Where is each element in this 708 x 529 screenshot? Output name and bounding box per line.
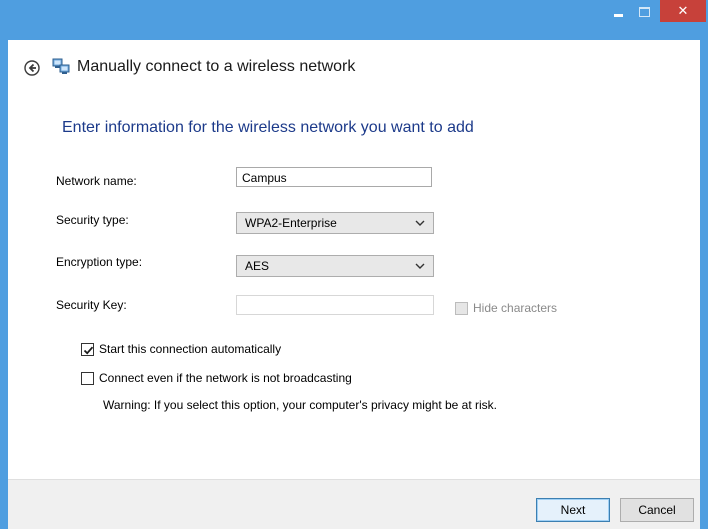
chevron-down-icon xyxy=(415,220,425,226)
network-icon xyxy=(52,58,70,76)
network-name-label: Network name: xyxy=(56,174,137,188)
instruction-heading: Enter information for the wireless netwo… xyxy=(62,119,474,136)
dialog-footer: Next Cancel xyxy=(8,479,700,529)
dialog-title: Manually connect to a wireless network xyxy=(77,58,356,75)
maximize-icon xyxy=(638,7,650,17)
security-type-value: WPA2-Enterprise xyxy=(245,216,337,230)
security-key-input[interactable] xyxy=(236,295,434,315)
connect-not-broadcasting-label: Connect even if the network is not broad… xyxy=(99,371,352,385)
maximize-button[interactable] xyxy=(631,0,657,24)
next-button[interactable]: Next xyxy=(536,498,610,522)
back-button[interactable] xyxy=(24,60,40,76)
hide-characters-checkbox[interactable] xyxy=(455,302,468,315)
privacy-warning-text: Warning: If you select this option, your… xyxy=(103,398,498,412)
minimize-button[interactable] xyxy=(605,0,631,24)
dialog-header: Manually connect to a wireless network xyxy=(8,52,700,82)
close-button[interactable]: ✕ xyxy=(660,0,706,22)
dialog-window: ✕ Manually connect to a wireless network… xyxy=(0,0,708,529)
back-arrow-icon xyxy=(24,60,40,76)
encryption-type-select[interactable]: AES xyxy=(236,255,434,277)
start-automatically-label: Start this connection automatically xyxy=(99,342,282,356)
checkmark-icon xyxy=(83,346,94,355)
hide-characters-label: Hide characters xyxy=(473,301,558,315)
connect-not-broadcasting-checkbox[interactable] xyxy=(81,372,94,385)
cancel-button[interactable]: Cancel xyxy=(620,498,694,522)
encryption-type-value: AES xyxy=(245,259,270,273)
security-key-label: Security Key: xyxy=(56,298,127,312)
close-icon: ✕ xyxy=(677,3,689,19)
network-name-input[interactable]: Campus xyxy=(236,167,432,187)
security-type-select[interactable]: WPA2-Enterprise xyxy=(236,212,434,234)
window-border-right xyxy=(700,40,708,529)
security-type-label: Security type: xyxy=(56,213,129,227)
title-bar[interactable]: ✕ xyxy=(0,0,708,40)
start-automatically-checkbox[interactable] xyxy=(81,343,94,356)
minimize-icon xyxy=(613,13,623,17)
chevron-down-icon xyxy=(415,263,425,269)
window-border-left xyxy=(0,40,8,529)
dialog-content: Manually connect to a wireless network E… xyxy=(8,40,700,529)
encryption-type-label: Encryption type: xyxy=(56,255,143,269)
